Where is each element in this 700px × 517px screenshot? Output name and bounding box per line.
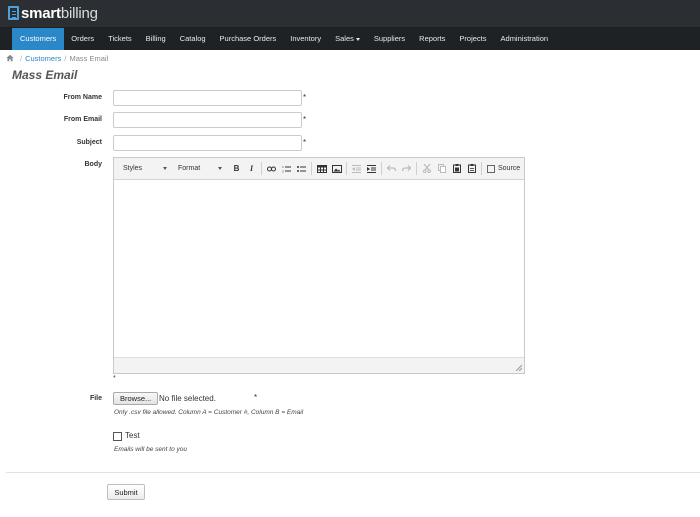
- nav-suppliers[interactable]: Suppliers: [367, 28, 412, 50]
- toolbar-separator: [416, 162, 417, 175]
- nav-projects[interactable]: Projects: [452, 28, 493, 50]
- link-icon[interactable]: [264, 162, 279, 176]
- indent-icon[interactable]: [364, 162, 379, 176]
- from-email-label: From Email: [63, 116, 102, 123]
- nav-tickets[interactable]: Tickets: [101, 28, 138, 50]
- breadcrumb-current: Mass Email: [69, 53, 109, 63]
- required-marker: *: [303, 138, 307, 147]
- resize-grip-icon[interactable]: [515, 364, 522, 371]
- styles-label: Styles: [123, 165, 143, 172]
- caret-down-icon: [355, 37, 360, 41]
- source-button[interactable]: Source: [484, 162, 523, 176]
- nav-billing[interactable]: Billing: [139, 28, 173, 50]
- breadcrumb: / Customers / Mass Email: [6, 53, 108, 63]
- app-logo[interactable]: smartbilling: [8, 4, 98, 22]
- submit-button[interactable]: Submit: [107, 484, 145, 500]
- nav-sales-dropdown[interactable]: Sales: [328, 28, 367, 50]
- required-marker: *: [254, 393, 258, 402]
- nav-customers[interactable]: Customers: [12, 28, 65, 50]
- paste-icon[interactable]: [449, 162, 464, 176]
- nav-catalog[interactable]: Catalog: [173, 28, 213, 50]
- subject-label: Subject: [76, 139, 102, 146]
- top-bar: smartbilling: [0, 0, 700, 28]
- breadcrumb-link-customers[interactable]: Customers: [25, 54, 61, 63]
- required-marker: *: [113, 375, 116, 382]
- file-label: File: [89, 395, 102, 402]
- home-icon[interactable]: [6, 54, 14, 62]
- nav-inventory[interactable]: Inventory: [283, 28, 328, 50]
- styles-dropdown[interactable]: Styles: [119, 162, 171, 176]
- rich-text-editor: Styles Format B I 12 Source: [113, 157, 525, 374]
- redo-icon[interactable]: [399, 162, 414, 176]
- from-name-label: From Name: [63, 94, 102, 101]
- nav-administration[interactable]: Administration: [494, 28, 556, 50]
- subject-input[interactable]: [113, 135, 302, 151]
- logo-text: smartbilling: [21, 4, 98, 22]
- from-email-input[interactable]: [113, 112, 302, 128]
- toolbar-separator: [311, 162, 312, 175]
- italic-button[interactable]: I: [244, 162, 259, 176]
- cut-icon[interactable]: [419, 162, 434, 176]
- file-status: No file selected.: [159, 394, 216, 403]
- dropdown-arrow-icon: [218, 167, 222, 170]
- copy-icon[interactable]: [434, 162, 449, 176]
- form-divider: [6, 472, 700, 473]
- editor-status-bar: [114, 357, 524, 373]
- table-icon[interactable]: [314, 162, 329, 176]
- file-help-text: Only .csv file allowed. Column A = Custo…: [114, 409, 304, 416]
- format-dropdown[interactable]: Format: [174, 162, 226, 176]
- numbered-list-icon[interactable]: 12: [279, 162, 294, 176]
- required-marker: *: [303, 93, 307, 102]
- logo-icon: [8, 6, 19, 20]
- nav-sales-label: Sales: [335, 34, 354, 43]
- format-label: Format: [178, 165, 201, 172]
- from-name-input[interactable]: [113, 90, 302, 106]
- required-marker: *: [303, 115, 307, 124]
- dropdown-arrow-icon: [163, 167, 167, 170]
- test-label[interactable]: Test: [125, 431, 140, 440]
- editor-content-area[interactable]: [114, 180, 524, 357]
- svg-text:1: 1: [282, 165, 284, 169]
- bulleted-list-icon[interactable]: [294, 162, 309, 176]
- nav-orders[interactable]: Orders: [64, 28, 101, 50]
- main-nav: Customers Orders Tickets Billing Catalog…: [0, 28, 700, 50]
- toolbar-separator: [346, 162, 347, 175]
- svg-text:2: 2: [282, 169, 284, 173]
- image-icon[interactable]: [329, 162, 344, 176]
- source-icon: [487, 164, 495, 173]
- bold-button[interactable]: B: [229, 162, 244, 176]
- browse-button[interactable]: Browse...: [113, 392, 159, 405]
- breadcrumb-separator: /: [20, 53, 23, 63]
- undo-icon[interactable]: [384, 162, 399, 176]
- toolbar-separator: [261, 162, 262, 175]
- body-label: Body: [84, 161, 103, 168]
- page-title: Mass Email: [12, 68, 78, 82]
- editor-toolbar: Styles Format B I 12 Source: [114, 158, 524, 180]
- source-label: Source: [498, 165, 521, 172]
- breadcrumb-separator: /: [64, 53, 67, 63]
- test-help-text: Emails will be sent to you: [114, 446, 187, 453]
- toolbar-separator: [481, 162, 482, 175]
- test-checkbox[interactable]: [113, 432, 122, 441]
- outdent-icon[interactable]: [349, 162, 364, 176]
- paste-text-icon[interactable]: [464, 162, 479, 176]
- nav-purchase-orders[interactable]: Purchase Orders: [213, 28, 284, 50]
- nav-reports[interactable]: Reports: [412, 28, 452, 50]
- toolbar-separator: [381, 162, 382, 175]
